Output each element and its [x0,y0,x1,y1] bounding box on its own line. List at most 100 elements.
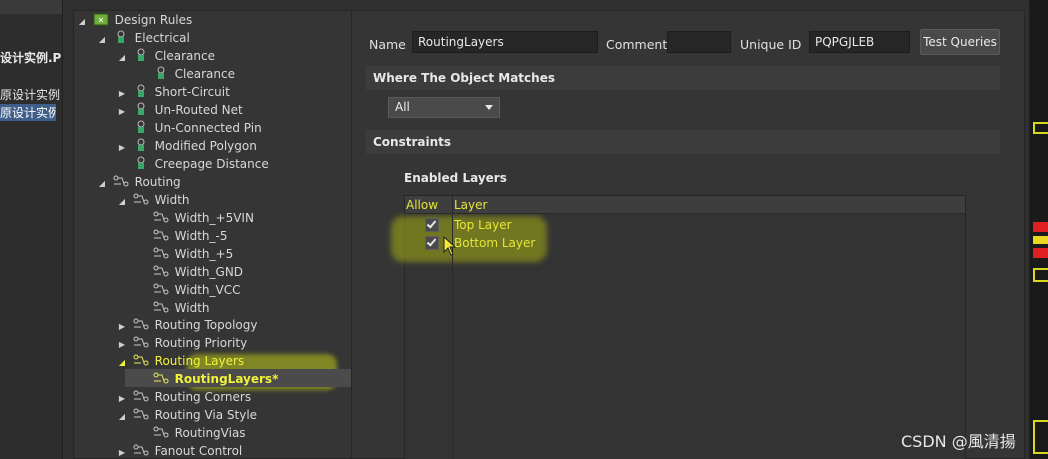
tree-item-width-rule[interactable]: Width_GND [137,263,243,281]
tree-item-routing-priority[interactable]: ▶ Routing Priority [117,334,247,352]
tree-label: Fanout Control [154,444,243,458]
tree-item-width-rule[interactable]: Width_VCC [137,281,241,299]
tree-item-routing-layers-rule[interactable]: RoutingLayers* [137,370,278,388]
routing-rule-icon [133,408,149,420]
tree-item-unconnected-pin[interactable]: Un-Connected Pin [117,119,262,137]
tree-item-routing[interactable]: ◢ Routing [97,173,181,191]
tree-label: Clearance [174,67,235,81]
tree-label: Width_VCC [174,283,241,297]
tree-label: RoutingVias [174,426,246,440]
clearance-rule-icon [137,48,145,61]
tree-label: Width_+5 [174,247,234,261]
routing-rule-icon [133,354,149,366]
test-queries-button[interactable]: Test Queries [920,29,1000,55]
tree-item-width-rule[interactable]: Width_+5VIN [137,209,254,227]
tree-item-design-rules[interactable]: ◢ ✕ Design Rules [77,11,192,29]
routing-rule-icon [153,426,169,438]
tree-label: Width [154,193,190,207]
layer-name: Bottom Layer [454,236,536,250]
tree-item-short-circuit[interactable]: ▶ Short-Circuit [117,83,230,101]
tree-label: Routing Corners [154,390,252,404]
unique-id-label: Unique ID [740,37,802,52]
svg-text:✕: ✕ [97,16,104,25]
column-header-layer[interactable]: Layer [454,196,487,214]
collapse-arrow-icon[interactable]: ◢ [97,175,107,193]
constraints-header: Constraints [366,130,1000,154]
name-field[interactable]: RoutingLayers [412,31,598,53]
allow-checkbox[interactable] [425,218,439,232]
tree-item-creepage-distance[interactable]: Creepage Distance [117,155,269,173]
collapse-arrow-icon[interactable]: ◢ [97,31,107,49]
tree-item-clearance-group[interactable]: ◢ Clearance [117,47,215,65]
collapse-arrow-icon[interactable]: ◢ [117,49,127,67]
routing-rule-icon [133,193,149,205]
rule-editor-panel: Name RoutingLayers Comment Unique ID PQP… [351,10,1025,459]
pcb-outline-mark [1033,268,1048,282]
table-row[interactable]: Top Layer [405,216,965,234]
electrical-rule-icon [137,102,145,115]
comment-label: Comment [606,37,668,52]
tree-label: Un-Routed Net [154,103,243,117]
tree-item-width[interactable]: ◢ Width [117,191,190,209]
match-scope-select[interactable]: All [388,97,500,118]
routing-rule-icon [153,372,169,384]
tree-label: Width_-5 [174,229,228,243]
allow-checkbox[interactable] [425,236,439,250]
collapse-arrow-icon[interactable]: ◢ [117,408,127,426]
tree-label: Modified Polygon [154,139,257,153]
tree-item-routing-layers[interactable]: ◢ Routing Layers [117,352,244,370]
pcb-pad-mark [1033,222,1048,232]
table-header: Allow ... Layer [405,196,965,214]
expand-arrow-icon[interactable]: ▶ [117,444,127,459]
chevron-down-icon [485,105,493,110]
tree-label: Short-Circuit [154,85,230,99]
tree-item-width-rule[interactable]: Width_-5 [137,227,227,245]
collapse-arrow-icon[interactable]: ◢ [117,354,127,372]
enabled-layers-table: Allow ... Layer Top Layer Bottom Layer [391,195,966,459]
unique-id-field[interactable]: PQPGJLEB [809,31,910,53]
collapse-arrow-icon[interactable]: ◢ [77,13,87,31]
comment-field[interactable] [667,31,731,53]
watermark: CSDN @風清揚 [901,432,1016,451]
pcb-pad-mark [1033,248,1048,258]
match-scope-value: All [395,100,410,114]
routing-rule-icon [133,336,149,348]
clearance-rule-icon [157,66,165,79]
electrical-rule-icon [137,156,145,169]
tree-label: Clearance [154,49,215,63]
pcb-outline-mark [1033,122,1048,134]
background-item-selected[interactable]: 原设计实例 [0,104,56,121]
background-titlebar [0,0,62,14]
tree-item-routing-topology[interactable]: ▶ Routing Topology [117,316,258,334]
tree-item-modified-polygon[interactable]: ▶ Modified Polygon [117,137,257,155]
check-icon [426,218,437,229]
pcb-pad-mark [1033,236,1048,244]
routing-rule-icon [153,247,169,259]
tree-item-routing-corners[interactable]: ▶ Routing Corners [117,388,251,406]
tree-item-fanout-control[interactable]: ▶ Fanout Control [117,442,242,459]
column-header-allow[interactable]: Allow ... [405,196,453,214]
table-row[interactable]: Bottom Layer [405,234,965,252]
tree-item-clearance-rule[interactable]: Clearance [137,65,235,83]
routing-rule-icon [153,229,169,241]
tree-label: Width [174,301,210,315]
routing-rule-icon [153,283,169,295]
tree-item-unrouted-net[interactable]: ▶ Un-Routed Net [117,101,243,119]
tree-item-width-rule[interactable]: Width [137,299,210,317]
where-object-matches-header: Where The Object Matches [366,66,1000,90]
tree-label: Design Rules [114,13,193,27]
check-icon [426,236,437,247]
routing-rule-icon [133,444,149,456]
tree-item-width-rule[interactable]: Width_+5 [137,245,233,263]
routing-rule-icon [133,318,149,330]
tree-item-routing-vias[interactable]: RoutingVias [137,424,246,442]
tree-label: Routing [134,175,181,189]
tree-item-electrical[interactable]: ◢ Electrical [97,29,190,47]
enabled-layers-title: Enabled Layers [404,171,507,185]
collapse-arrow-icon[interactable]: ◢ [117,193,127,211]
tree-label: Width_+5VIN [174,211,254,225]
design-rules-folder-icon: ✕ [93,13,109,26]
tree-item-routing-via-style[interactable]: ◢ Routing Via Style [117,406,257,424]
tree-label: Routing Topology [154,318,258,332]
tree-label: Routing Priority [154,336,248,350]
